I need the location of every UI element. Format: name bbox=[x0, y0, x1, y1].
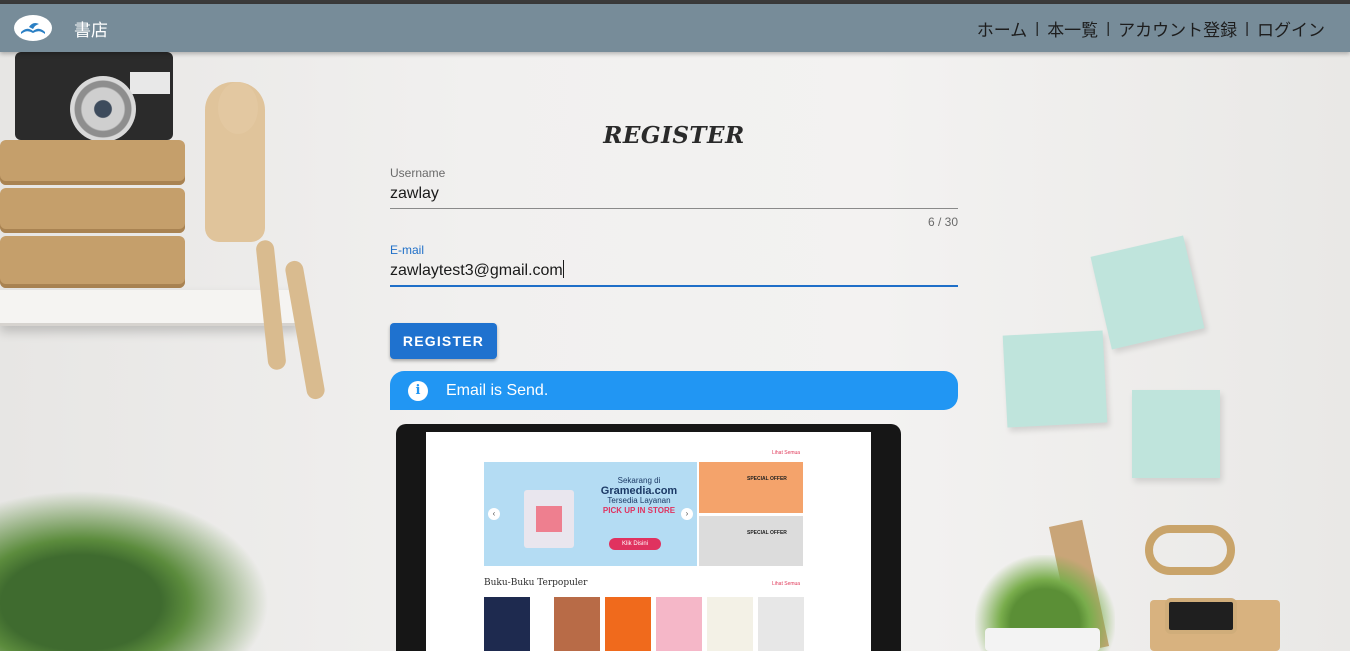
scissors-decoration bbox=[1145, 525, 1235, 575]
see-all-link: Lihat Semua bbox=[772, 450, 801, 456]
nav-login-link[interactable]: ログイン bbox=[1257, 16, 1325, 41]
promo-label: SPECIAL OFFER bbox=[747, 530, 787, 536]
username-input[interactable]: zawlay bbox=[390, 180, 958, 208]
nav-book-list-link[interactable]: 本一覧 bbox=[1047, 16, 1098, 41]
laptop-screen: Lihat Semua ‹ › Sekarang di Gramedia.com… bbox=[426, 432, 871, 651]
sticky-note-decoration bbox=[1132, 390, 1220, 478]
navbar: 書店 ホーム | 本一覧 | アカウント登録 | ログイン bbox=[0, 4, 1350, 52]
email-input-wrap[interactable]: zawlaytest3@gmail.com bbox=[390, 257, 958, 285]
email-label: E-mail bbox=[390, 243, 425, 257]
cork-box-decoration bbox=[0, 236, 185, 288]
text-caret bbox=[562, 260, 564, 278]
book-cover bbox=[707, 597, 753, 651]
username-field[interactable]: Username zawlay 6 / 30 bbox=[390, 166, 958, 229]
cork-box-decoration bbox=[0, 140, 185, 185]
banner-line: Gramedia.com bbox=[600, 485, 678, 497]
chevron-left-icon: ‹ bbox=[488, 508, 500, 520]
promo-tile: SPECIAL OFFER bbox=[699, 462, 803, 513]
cork-box-decoration bbox=[0, 188, 185, 233]
nav-separator: | bbox=[1035, 19, 1040, 37]
success-alert: i Email is Send. bbox=[390, 371, 958, 410]
promo-banner: ‹ › Sekarang di Gramedia.com Tersedia La… bbox=[484, 462, 697, 566]
email-field[interactable]: E-mail zawlaytest3@gmail.com bbox=[390, 243, 958, 287]
alert-message: Email is Send. bbox=[446, 381, 549, 399]
book-cover bbox=[605, 597, 651, 651]
laptop-image: Lihat Semua ‹ › Sekarang di Gramedia.com… bbox=[396, 424, 901, 651]
mannequin-head-decoration bbox=[218, 82, 258, 134]
book-cover bbox=[554, 597, 600, 651]
camera-lens-decoration bbox=[70, 76, 136, 142]
book-cover bbox=[484, 597, 530, 651]
nav-separator: | bbox=[1245, 19, 1249, 37]
info-icon: i bbox=[408, 380, 428, 401]
username-char-counter: 6 / 30 bbox=[927, 215, 958, 229]
nav-links: ホーム | 本一覧 | アカウント登録 | ログイン bbox=[977, 16, 1325, 41]
book-cover bbox=[656, 597, 702, 651]
username-label: Username bbox=[390, 166, 446, 180]
email-underline bbox=[390, 285, 958, 287]
wall-shelf-decoration bbox=[0, 290, 300, 326]
shopping-bag-icon bbox=[524, 490, 574, 548]
brand-title[interactable]: 書店 bbox=[74, 16, 108, 41]
banner-text: Sekarang di Gramedia.com Tersedia Layana… bbox=[584, 476, 694, 516]
plant-decoration bbox=[0, 490, 270, 651]
register-form: REGISTER Username zawlay 6 / 30 E-mail z… bbox=[390, 110, 958, 410]
banner-line: PICK UP IN STORE bbox=[602, 506, 676, 515]
mannequin-leg-decoration bbox=[283, 259, 327, 401]
book-bird-logo-icon[interactable] bbox=[14, 15, 52, 41]
plant-pot-decoration bbox=[985, 628, 1100, 651]
sticky-note-decoration bbox=[1002, 330, 1108, 428]
sticky-note-decoration bbox=[1090, 235, 1205, 350]
banner-line: Tersedia Layanan bbox=[607, 496, 671, 505]
book-cover bbox=[758, 597, 804, 651]
nav-separator: | bbox=[1106, 19, 1111, 37]
username-underline bbox=[390, 208, 958, 209]
register-button[interactable]: REGISTER bbox=[390, 323, 497, 359]
camera-viewfinder-decoration bbox=[130, 72, 170, 94]
chalkboard-clip-decoration bbox=[1165, 598, 1237, 634]
nav-home-link[interactable]: ホーム bbox=[977, 16, 1028, 41]
email-input[interactable]: zawlaytest3@gmail.com bbox=[390, 262, 563, 279]
promo-tile: SPECIAL OFFER bbox=[699, 516, 803, 566]
nav-register-link[interactable]: アカウント登録 bbox=[1118, 16, 1237, 41]
promo-label: SPECIAL OFFER bbox=[747, 476, 787, 482]
see-all-link: Lihat Semua bbox=[772, 581, 801, 587]
section-title: Buku-Buku Terpopuler bbox=[484, 578, 588, 588]
page-title: REGISTER bbox=[603, 122, 745, 149]
banner-button: Klik Disini bbox=[609, 538, 661, 550]
